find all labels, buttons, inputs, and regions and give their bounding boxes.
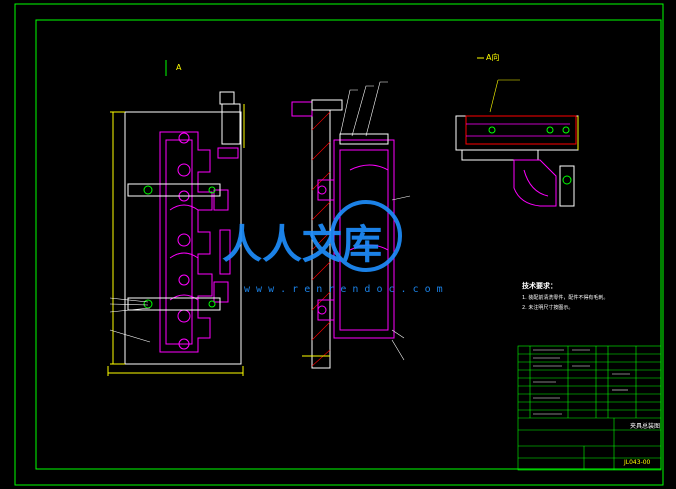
title-block-name: 夹具总装图: [630, 422, 660, 430]
section-view-label: A向: [486, 52, 499, 62]
parts-list-filler: [533, 349, 630, 415]
front-view-label: A: [176, 63, 182, 72]
drawing-number: JL043-00: [623, 459, 651, 466]
cad-drawing-canvas: A A向 技术要求： 1. 装配前清洗零件，配件不得有毛刺。 2. 未注明尺寸按…: [14, 3, 664, 486]
parts-list: [517, 345, 662, 471]
watermark-text: 人人文库: [222, 222, 382, 268]
notes-line-1: 1. 装配前清洗零件，配件不得有毛刺。: [522, 294, 608, 301]
watermark: 人人文库 w w w . r e n r e n d o c . c o m: [222, 200, 443, 295]
watermark-url: w w w . r e n r e n d o c . c o m: [244, 284, 443, 295]
technical-notes: 技术要求： 1. 装配前清洗零件，配件不得有毛刺。 2. 未注明尺寸按图示。: [522, 281, 608, 311]
notes-title: 技术要求：: [522, 281, 557, 290]
section-view-a: A向: [455, 52, 579, 207]
notes-line-2: 2. 未注明尺寸按图示。: [522, 304, 573, 311]
front-view: A: [107, 60, 245, 376]
